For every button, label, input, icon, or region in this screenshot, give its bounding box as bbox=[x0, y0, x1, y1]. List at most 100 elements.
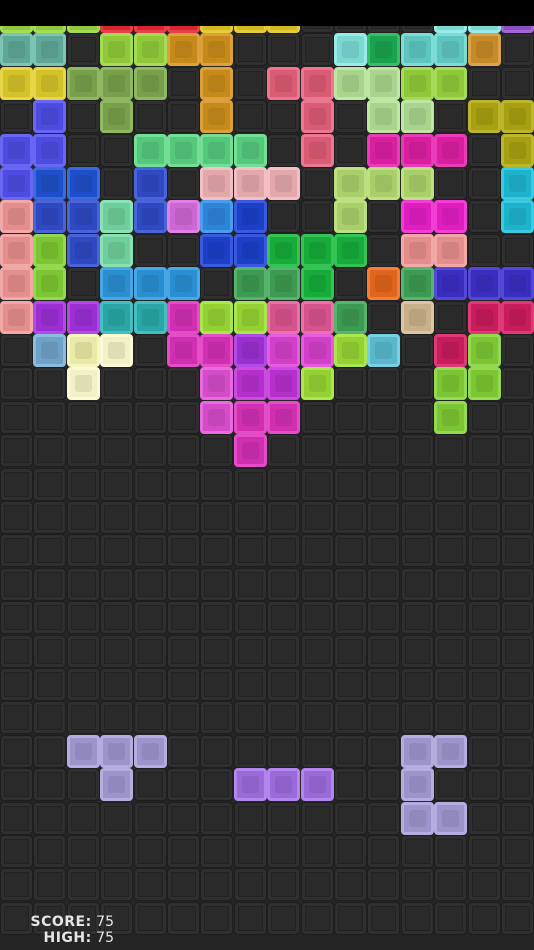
piece-block[interactable] bbox=[67, 735, 100, 768]
empty-cell bbox=[267, 668, 300, 701]
empty-cell bbox=[401, 668, 434, 701]
empty-cell bbox=[367, 234, 400, 267]
empty-cell bbox=[134, 234, 167, 267]
filled-block bbox=[367, 67, 400, 100]
empty-cell bbox=[234, 501, 267, 534]
empty-cell bbox=[134, 701, 167, 734]
empty-cell bbox=[334, 601, 367, 634]
empty-cell bbox=[501, 367, 534, 400]
empty-cell bbox=[401, 401, 434, 434]
filled-block bbox=[33, 100, 66, 133]
empty-cell bbox=[334, 568, 367, 601]
piece-block[interactable] bbox=[301, 768, 334, 801]
empty-cell bbox=[134, 100, 167, 133]
empty-cell bbox=[334, 768, 367, 801]
filled-block bbox=[67, 334, 100, 367]
empty-cell bbox=[100, 134, 133, 167]
empty-cell bbox=[267, 835, 300, 868]
filled-block bbox=[434, 401, 467, 434]
empty-cell bbox=[100, 802, 133, 835]
empty-cell bbox=[100, 601, 133, 634]
filled-block bbox=[33, 67, 66, 100]
filled-block bbox=[33, 234, 66, 267]
empty-cell bbox=[33, 802, 66, 835]
filled-block bbox=[234, 301, 267, 334]
empty-cell bbox=[301, 635, 334, 668]
empty-cell bbox=[267, 33, 300, 66]
empty-cell bbox=[134, 568, 167, 601]
empty-cell bbox=[167, 434, 200, 467]
piece-block[interactable] bbox=[401, 768, 434, 801]
empty-cell bbox=[334, 100, 367, 133]
empty-cell bbox=[0, 735, 33, 768]
empty-cell bbox=[501, 902, 534, 935]
piece-block[interactable] bbox=[267, 768, 300, 801]
empty-cell bbox=[334, 668, 367, 701]
empty-cell bbox=[67, 601, 100, 634]
empty-cell bbox=[501, 701, 534, 734]
empty-cell bbox=[167, 802, 200, 835]
empty-cell bbox=[334, 468, 367, 501]
empty-cell bbox=[200, 434, 233, 467]
empty-cell bbox=[434, 167, 467, 200]
filled-block bbox=[200, 367, 233, 400]
empty-cell bbox=[367, 768, 400, 801]
empty-cell bbox=[267, 200, 300, 233]
empty-cell bbox=[468, 802, 501, 835]
piece-block[interactable] bbox=[434, 802, 467, 835]
filled-block bbox=[167, 334, 200, 367]
filled-block bbox=[401, 100, 434, 133]
empty-cell bbox=[434, 434, 467, 467]
empty-cell bbox=[0, 868, 33, 901]
piece-block[interactable] bbox=[134, 735, 167, 768]
empty-cell bbox=[234, 568, 267, 601]
empty-cell bbox=[67, 568, 100, 601]
piece-block[interactable] bbox=[100, 735, 133, 768]
filled-block bbox=[301, 334, 334, 367]
empty-cell bbox=[0, 468, 33, 501]
filled-block bbox=[33, 334, 66, 367]
filled-block bbox=[401, 33, 434, 66]
filled-block bbox=[167, 301, 200, 334]
filled-block bbox=[67, 234, 100, 267]
empty-cell bbox=[334, 267, 367, 300]
empty-cell bbox=[100, 534, 133, 567]
empty-cell bbox=[234, 601, 267, 634]
piece-block[interactable] bbox=[401, 735, 434, 768]
filled-block bbox=[100, 334, 133, 367]
filled-block bbox=[167, 33, 200, 66]
piece-block[interactable] bbox=[234, 768, 267, 801]
empty-cell bbox=[0, 501, 33, 534]
empty-cell bbox=[100, 868, 133, 901]
empty-cell bbox=[234, 668, 267, 701]
empty-cell bbox=[234, 635, 267, 668]
empty-cell bbox=[334, 434, 367, 467]
filled-block bbox=[200, 200, 233, 233]
empty-cell bbox=[33, 768, 66, 801]
empty-cell bbox=[67, 401, 100, 434]
filled-block bbox=[468, 267, 501, 300]
empty-cell bbox=[200, 868, 233, 901]
empty-cell bbox=[367, 434, 400, 467]
empty-cell bbox=[234, 67, 267, 100]
piece-block[interactable] bbox=[434, 735, 467, 768]
empty-cell bbox=[100, 635, 133, 668]
piece-block[interactable] bbox=[401, 802, 434, 835]
empty-cell bbox=[134, 768, 167, 801]
filled-block bbox=[434, 367, 467, 400]
empty-cell bbox=[501, 868, 534, 901]
empty-cell bbox=[0, 367, 33, 400]
empty-cell bbox=[334, 134, 367, 167]
empty-cell bbox=[167, 902, 200, 935]
empty-cell bbox=[100, 367, 133, 400]
empty-cell bbox=[200, 534, 233, 567]
piece-block[interactable] bbox=[100, 768, 133, 801]
empty-cell bbox=[501, 234, 534, 267]
empty-cell bbox=[401, 601, 434, 634]
filled-block bbox=[434, 134, 467, 167]
empty-cell bbox=[468, 434, 501, 467]
empty-cell bbox=[468, 601, 501, 634]
filled-block bbox=[401, 301, 434, 334]
empty-cell bbox=[167, 468, 200, 501]
filled-block bbox=[33, 167, 66, 200]
